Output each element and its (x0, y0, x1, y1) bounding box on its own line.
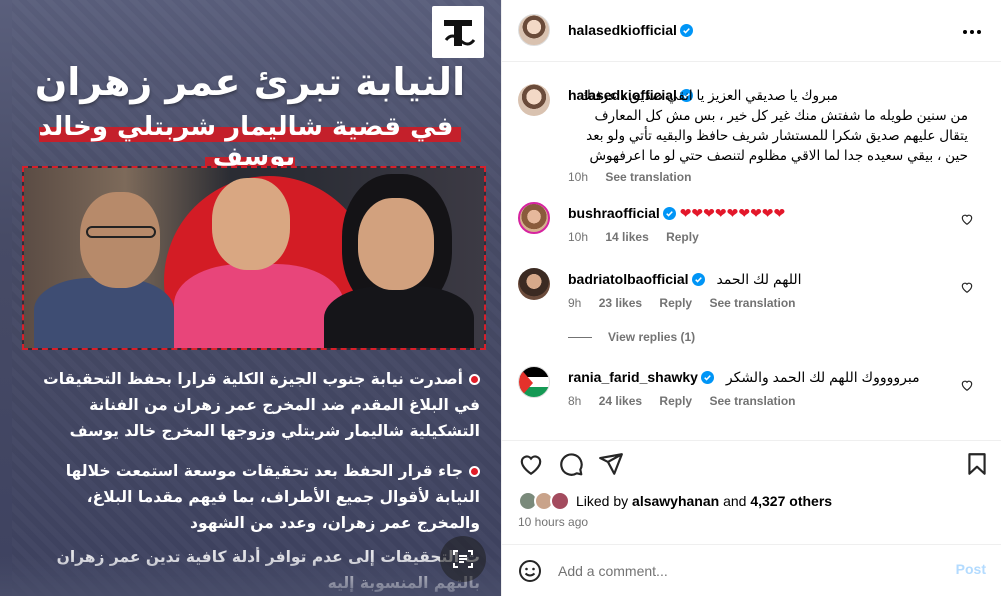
comment-reply[interactable]: Reply (666, 230, 699, 244)
image-bullet-2-text: جاء قرار الحفظ بعد تحقيقات موسعة استمعت … (65, 462, 480, 532)
verified-badge-icon (679, 24, 693, 37)
liked-by-user[interactable]: alsawyhanan (632, 493, 719, 509)
comment-line: badriatolbaofficial اللهم لك الحمد (568, 270, 968, 288)
comment-time: 8h (568, 394, 582, 408)
scan-text-icon (453, 550, 473, 568)
person-center-body (174, 264, 344, 348)
like-comment-heart-icon[interactable] (960, 280, 974, 294)
liked-by-others[interactable]: 4,327 others (750, 493, 832, 509)
post-image[interactable]: النيابة تبرئ عمر زهران في قضية شاليمار ش… (0, 0, 501, 596)
bullet-dot-icon (469, 374, 480, 385)
post-header: halasedkiofficial (502, 0, 1001, 62)
publisher-logo-icon (438, 12, 478, 52)
comment-body: rania_farid_shawky مبرووووك اللهم لك الح… (568, 368, 968, 408)
post-timestamp[interactable]: 10 hours ago (518, 515, 588, 529)
liked-by-joiner: and (723, 493, 747, 509)
comments-list[interactable]: halasedkiofficial مبروك يا صديقي العزيز … (502, 62, 1001, 440)
comment-body: bushraofficial ❤❤❤❤❤❤❤❤❤ 10h 14 likes Re… (568, 204, 968, 244)
comment-see-translation[interactable]: See translation (709, 394, 795, 408)
comment-username[interactable]: rania_farid_shawky (568, 369, 698, 385)
verified-badge-icon (691, 273, 705, 286)
comment-likes[interactable]: 23 likes (599, 296, 642, 310)
comment-text: ❤❤❤❤❤❤❤❤❤ (679, 205, 786, 221)
person-right-body (324, 286, 474, 348)
comment-text: اللهم لك الحمد (716, 271, 802, 287)
comment-bubble-icon[interactable] (558, 451, 584, 477)
visual-search-button[interactable] (440, 536, 486, 582)
view-replies-label[interactable]: View replies (1) (608, 330, 695, 344)
image-bullet-1: أصدرت نيابة جنوب الجيزة الكلية قرارا بحف… (28, 366, 480, 444)
person-right-head (358, 198, 434, 290)
like-heart-icon[interactable] (518, 451, 544, 477)
caption-text: مبروك يا صديقي العزيز يا انقي صديق ، عرف… (579, 88, 968, 163)
author-username-text[interactable]: halasedkiofficial (568, 22, 677, 38)
like-comment-heart-icon[interactable] (960, 212, 974, 226)
publisher-logo (432, 6, 484, 58)
caption-see-translation[interactable]: See translation (605, 170, 691, 184)
post-comment-button[interactable]: Post (956, 561, 986, 577)
image-subheadline: في قضية شاليمار شربتلي وخالد يوسف (20, 112, 480, 172)
comment-reply[interactable]: Reply (659, 296, 692, 310)
comment-line: rania_farid_shawky مبرووووك اللهم لك الح… (568, 368, 968, 386)
image-photo (22, 166, 486, 350)
bullet-dot-icon (469, 466, 480, 477)
person-center-head (212, 178, 290, 270)
like-comment-heart-icon[interactable] (960, 378, 974, 392)
comment-meta: 9h 23 likes Reply See translation (568, 296, 968, 310)
view-replies-button[interactable]: View replies (1) (568, 330, 695, 344)
verified-badge-icon (662, 207, 676, 220)
comment-time: 10h (568, 230, 589, 244)
comment-avatar[interactable] (518, 366, 550, 398)
author-avatar[interactable] (518, 14, 550, 46)
more-dots-icon (963, 30, 981, 34)
post-actions: Liked by alsawyhanan and 4,327 others 10… (502, 440, 1001, 544)
author-username[interactable]: halasedkiofficial (568, 22, 693, 38)
more-options-button[interactable] (960, 20, 984, 44)
comment-see-translation[interactable]: See translation (709, 296, 795, 310)
caption-time: 10h (568, 170, 589, 184)
image-bullet-2: جاء قرار الحفظ بعد تحقيقات موسعة استمعت … (28, 458, 480, 536)
caption-avatar[interactable] (518, 84, 550, 116)
comment-likes[interactable]: 24 likes (599, 394, 642, 408)
liker-avatar (550, 491, 570, 511)
caption-body: halasedkiofficial مبروك يا صديقي العزيز … (568, 86, 968, 184)
comment-avatar[interactable] (518, 202, 550, 234)
comment-input[interactable] (558, 561, 938, 581)
comment-likes[interactable]: 14 likes (605, 230, 648, 244)
comment-body: badriatolbaofficial اللهم لك الحمد 9h 23… (568, 270, 968, 310)
save-bookmark-icon[interactable] (964, 451, 990, 477)
comment-time: 9h (568, 296, 582, 310)
caption-meta: 10h See translation (568, 170, 968, 184)
person-left-body (34, 278, 174, 348)
person-left-head (80, 192, 160, 288)
view-replies-line (568, 336, 592, 338)
add-comment-bar: Post (502, 544, 1001, 596)
emoji-smiley-icon[interactable] (518, 559, 542, 583)
comment-meta: 10h 14 likes Reply (568, 230, 968, 244)
comment-meta: 8h 24 likes Reply See translation (568, 394, 968, 408)
post-side-panel: halasedkiofficial halasedkiofficial مبرو… (501, 0, 1001, 596)
share-paper-plane-icon[interactable] (598, 451, 624, 477)
image-bottom-fade (0, 556, 501, 596)
liker-avatars (518, 491, 570, 511)
comment-line: bushraofficial ❤❤❤❤❤❤❤❤❤ (568, 204, 968, 222)
instagram-post-modal: النيابة تبرئ عمر زهران في قضية شاليمار ش… (0, 0, 1001, 596)
comment-reply[interactable]: Reply (659, 394, 692, 408)
image-bullet-1-text: أصدرت نيابة جنوب الجيزة الكلية قرارا بحف… (43, 370, 480, 440)
comment-text: مبرووووك اللهم لك الحمد والشكر (725, 369, 920, 385)
person-left-glasses (86, 226, 156, 238)
liked-by-prefix: Liked by (576, 493, 629, 509)
comment-username[interactable]: badriatolbaofficial (568, 271, 689, 287)
image-headline: النيابة تبرئ عمر زهران (34, 60, 466, 104)
comment-username[interactable]: bushraofficial (568, 205, 660, 221)
comment-avatar[interactable] (518, 268, 550, 300)
image-subheadline-text: في قضية شاليمار شربتلي وخالد يوسف (38, 112, 462, 172)
verified-badge-icon (700, 371, 714, 384)
likes-summary[interactable]: Liked by alsawyhanan and 4,327 others (518, 491, 832, 511)
